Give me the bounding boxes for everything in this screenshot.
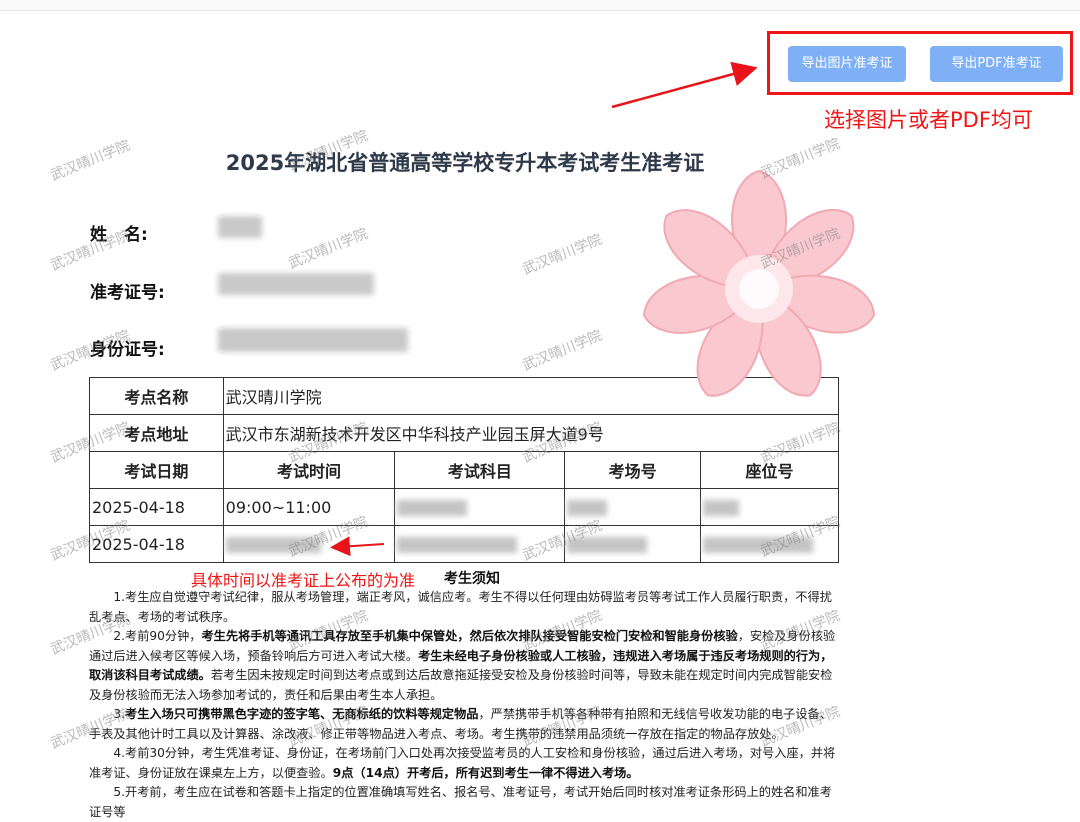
export-pdf-button[interactable]: 导出PDF准考证: [930, 46, 1063, 82]
export-arrow-icon: [611, 61, 758, 109]
exam-time-redacted: [222, 525, 396, 563]
top-bar: [0, 0, 1080, 11]
column-header: 座位号: [700, 451, 839, 489]
notice-title: 考生须知: [444, 571, 500, 587]
name-value-redacted: [218, 216, 262, 238]
schedule-header-row: 考试日期 考试时间 考试科目 考场号 座位号: [89, 451, 839, 489]
id-number-redacted: [218, 328, 408, 352]
watermark: 武汉晴川学院: [520, 327, 605, 375]
ticket-number-redacted: [218, 273, 374, 295]
seat-number-redacted: [700, 525, 839, 563]
flower-icon: [643, 169, 876, 397]
exam-subject-redacted: [394, 488, 566, 526]
column-header: 考试科目: [394, 451, 566, 489]
notice-paragraph-2: 2.考前90分钟，考生先将手机等通讯工具存放至手机集中保管处，然后依次排队接受智…: [89, 629, 836, 702]
notice-paragraph-3: 3.考生入场只可携带黑色字迹的签字笔、无商标纸的饮料等规定物品，严禁携带手机等各…: [89, 707, 832, 741]
name-label: 姓 名:: [90, 225, 148, 245]
column-header: 考试时间: [222, 451, 396, 489]
table-row: 2025-04-18 09:00~11:00: [89, 488, 839, 526]
notice-paragraph-5: 5.开考前，考生应在试卷和答题卡上指定的位置准确填写姓名、报名号、准考证号，考试…: [89, 785, 832, 819]
table-row: 2025-04-18: [89, 525, 839, 563]
watermark: 武汉晴川学院: [520, 231, 605, 279]
exam-room-redacted: [564, 488, 702, 526]
exam-time: 09:00~11:00: [222, 488, 396, 526]
notice-body: 1.考生应自觉遵守考试纪律，服从考场管理，端正考风，诚信应考。考生不得以任何理由…: [89, 588, 839, 822]
notice-paragraph-1: 1.考生应自觉遵守考试纪律，服从考场管理，端正考风，诚信应考。考生不得以任何理由…: [89, 590, 832, 624]
exam-date: 2025-04-18: [89, 488, 224, 526]
ticket-number-label: 准考证号:: [90, 283, 165, 303]
exam-room-redacted: [564, 525, 702, 563]
venue-address-value: 武汉市东湖新技术开发区中华科技产业园玉屏大道9号: [222, 414, 840, 452]
seat-number-redacted: [700, 488, 839, 526]
notice-paragraph-4: 4.考前30分钟，考生凭准考证、身份证，在考场前门入口处再次接受监考员的人工安检…: [89, 746, 836, 780]
column-header: 考试日期: [89, 451, 224, 489]
venue-address-label: 考点地址: [89, 414, 224, 452]
watermark: 武汉晴川学院: [286, 225, 371, 273]
venue-name-label: 考点名称: [89, 377, 224, 415]
id-number-label: 身份证号:: [90, 340, 165, 360]
column-header: 考场号: [564, 451, 702, 489]
exam-date: 2025-04-18: [89, 525, 224, 563]
venue-address-row: 考点地址 武汉市东湖新技术开发区中华科技产业园玉屏大道9号: [89, 414, 840, 452]
export-image-button[interactable]: 导出图片准考证: [788, 46, 906, 82]
exam-subject-redacted: [394, 525, 566, 563]
export-hint-annotation: 选择图片或者PDF均可: [824, 108, 1033, 132]
